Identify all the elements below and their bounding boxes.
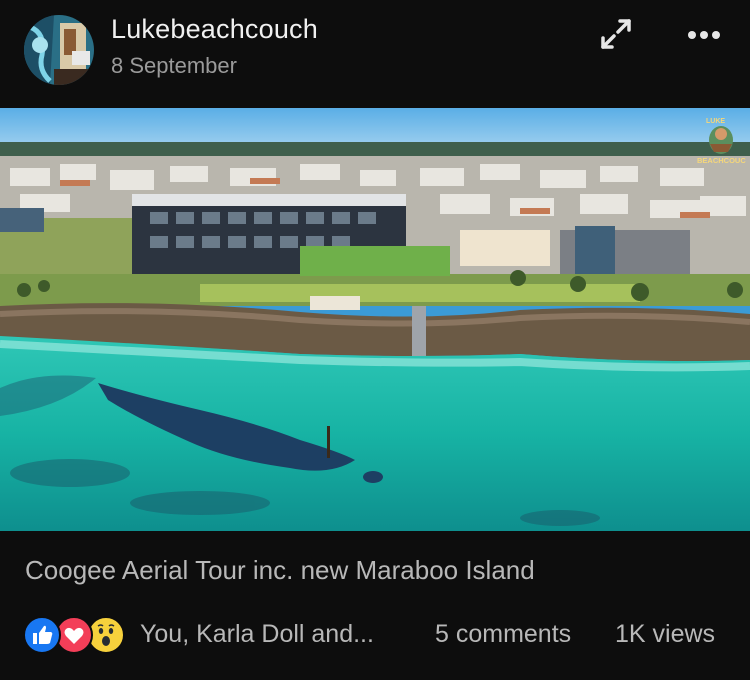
video-player[interactable]: LUKE BEACHCOUCH [0, 108, 750, 531]
expand-arrows-icon [601, 19, 631, 49]
author-avatar[interactable] [24, 15, 94, 85]
post-caption[interactable]: Coogee Aerial Tour inc. new Maraboo Isla… [25, 555, 535, 586]
post-header: Lukebeachcouch 8 September [0, 0, 750, 108]
channel-logo-text-top: LUKE [706, 118, 725, 125]
comments-count[interactable]: 5 comments [435, 620, 571, 649]
more-dots-icon [688, 31, 720, 39]
video-thumbnail [0, 108, 750, 531]
views-count: 1K views [615, 620, 716, 648]
reacted-by-text[interactable]: You, Karla Doll and... [140, 620, 374, 649]
channel-logo: LUKE BEACHCOUCH [696, 114, 750, 166]
more-options-button[interactable] [686, 20, 722, 50]
reactions-summary[interactable] [23, 616, 125, 654]
like-reaction-icon [23, 616, 61, 654]
channel-logo-mark: LUKE BEACHCOUCH [697, 118, 750, 165]
post-stats-bar: You, Karla Doll and... 5 comments 1K vie… [0, 612, 750, 656]
expand-button[interactable] [598, 16, 634, 52]
author-name[interactable]: Lukebeachcouch [111, 14, 318, 45]
channel-logo-text-bottom: BEACHCOUCH [697, 156, 746, 165]
post-date[interactable]: 8 September [111, 53, 237, 79]
